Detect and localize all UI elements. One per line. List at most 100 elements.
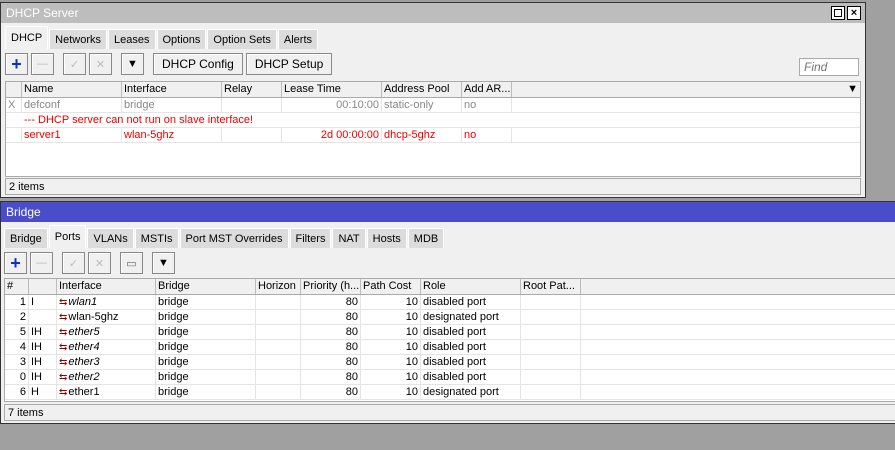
column-header[interactable]: Interface — [57, 279, 156, 294]
cell-horizon — [256, 385, 301, 399]
table-row[interactable]: 0 IH ⇆ether2 bridge 80 10 disabled port — [5, 370, 895, 385]
table-row[interactable]: server1 wlan-5ghz 2d 00:00:00 dhcp-5ghz no — [6, 128, 860, 143]
table-row[interactable]: 2 ⇆wlan-5ghz bridge 80 10 designated port — [5, 310, 895, 325]
cell-iface: ⇆wlan-5ghz — [57, 310, 156, 324]
remove-button[interactable]: — — [30, 252, 53, 274]
cell-prio: 80 — [301, 325, 361, 339]
tab-mdb[interactable]: MDB — [407, 228, 445, 248]
cell-role: disabled port — [421, 370, 521, 384]
tab-alerts[interactable]: Alerts — [277, 29, 319, 49]
cell-prio: 80 — [301, 340, 361, 354]
table-row[interactable]: 4 IH ⇆ether4 bridge 80 10 disabled port — [5, 340, 895, 355]
add-button[interactable]: + — [4, 252, 27, 274]
table-row[interactable]: 6 H ⇆ether1 bridge 80 10 designated port — [5, 385, 895, 400]
cell-flag — [6, 128, 22, 142]
column-header[interactable]: Relay — [222, 82, 282, 97]
maximize-button[interactable] — [831, 6, 845, 20]
tab-dhcp[interactable]: DHCP — [5, 26, 49, 49]
enable-button[interactable]: ✓ — [63, 53, 86, 75]
tab-filters[interactable]: Filters — [289, 228, 332, 248]
cell-bridge: bridge — [156, 325, 256, 339]
cell-root — [521, 385, 581, 399]
column-header[interactable]: Role — [421, 279, 521, 294]
column-header[interactable]: Lease Time — [282, 82, 382, 97]
cell-bridge: bridge — [156, 295, 256, 309]
column-header[interactable]: Name — [22, 82, 122, 97]
tab-option-sets[interactable]: Option Sets — [207, 29, 277, 49]
comment-icon: ▭ — [126, 257, 137, 270]
cell-cost: 10 — [361, 340, 421, 354]
remove-button[interactable]: — — [31, 53, 54, 75]
cell-root — [521, 310, 581, 324]
cell-relay — [222, 98, 282, 112]
column-header[interactable]: Priority (h... — [301, 279, 361, 294]
column-header[interactable]: Horizon — [256, 279, 301, 294]
cell-role: disabled port — [421, 340, 521, 354]
interface-name: wlan-5ghz — [68, 311, 119, 323]
table-header: Name Interface Relay Lease Time Address Pool… — [6, 82, 860, 98]
tab-bridge[interactable]: Bridge — [4, 228, 48, 248]
cell-iface: ⇆ether5 — [57, 325, 156, 339]
cell-bridge: bridge — [156, 310, 256, 324]
add-button[interactable]: + — [5, 53, 28, 75]
tab-nat[interactable]: NAT — [332, 228, 366, 248]
table-row[interactable]: Xdefconf bridge 00:10:00 static-only no — [6, 98, 860, 113]
dhcp-config-button[interactable]: DHCP Config — [153, 53, 243, 75]
table-row[interactable]: 1 I ⇆wlan1 bridge 80 10 disabled port — [5, 295, 895, 310]
cell-flags: H — [29, 385, 57, 399]
column-header[interactable]: Interface — [122, 82, 222, 97]
interface-name: ether1 — [68, 386, 100, 398]
filter-button[interactable]: ▼ — [152, 252, 175, 274]
column-header[interactable]: Address Pool — [382, 82, 462, 97]
cell-horizon — [256, 340, 301, 354]
tab-hosts[interactable]: Hosts — [366, 228, 407, 248]
cell-flags: IH — [29, 370, 57, 384]
column-header[interactable]: Root Pat... — [521, 279, 581, 294]
find-input[interactable] — [799, 58, 859, 76]
bridge-port-icon: ⇆ — [59, 297, 68, 308]
cell-root — [521, 370, 581, 384]
cell-iface: ⇆ether1 — [57, 385, 156, 399]
column-header[interactable]: Bridge — [156, 279, 256, 294]
disable-button[interactable]: ✕ — [89, 53, 112, 75]
bridge-port-icon: ⇆ — [59, 327, 68, 338]
cell-flags — [29, 310, 57, 324]
dhcp-setup-button[interactable]: DHCP Setup — [245, 53, 333, 75]
cell-horizon — [256, 310, 301, 324]
comment-button[interactable]: ▭ — [120, 252, 143, 274]
tab-vlans[interactable]: VLANs — [87, 228, 134, 248]
cell-arp: no — [462, 98, 512, 112]
cell-cost: 10 — [361, 355, 421, 369]
filter-button[interactable]: ▼ — [121, 53, 144, 75]
column-header[interactable]: Path Cost — [361, 279, 421, 294]
tab-mstis[interactable]: MSTIs — [134, 228, 179, 248]
tab-networks[interactable]: Networks — [49, 29, 108, 49]
cell-n: 4 — [5, 340, 29, 354]
column-menu-button[interactable]: ▼ — [512, 82, 860, 97]
column-header[interactable] — [29, 279, 57, 294]
column-header[interactable]: Add AR... — [462, 82, 512, 97]
disable-button[interactable]: ✕ — [88, 252, 111, 274]
window-title: DHCP Server — [6, 6, 79, 20]
cell-n: 3 — [5, 355, 29, 369]
cell-iface: ⇆ether3 — [57, 355, 156, 369]
cell-prio: 80 — [301, 310, 361, 324]
table-row[interactable]: 5 IH ⇆ether5 bridge 80 10 disabled port — [5, 325, 895, 340]
cell-flags: I — [29, 295, 57, 309]
table-header: # Interface Bridge Horizon Priority (h... Pat… — [5, 279, 895, 295]
tab-options[interactable]: Options — [156, 29, 207, 49]
cell-interface: bridge — [122, 98, 222, 112]
tab-ports[interactable]: Ports — [48, 225, 87, 248]
cell-prio: 80 — [301, 355, 361, 369]
cell-n: 2 — [5, 310, 29, 324]
column-header[interactable]: # — [5, 279, 29, 294]
tab-leases[interactable]: Leases — [108, 29, 156, 49]
close-button[interactable]: × — [847, 6, 861, 20]
cell-n: 0 — [5, 370, 29, 384]
cell-prio: 80 — [301, 295, 361, 309]
enable-button[interactable]: ✓ — [62, 252, 85, 274]
table-row[interactable]: 3 IH ⇆ether3 bridge 80 10 disabled port — [5, 355, 895, 370]
cell-name: server1 — [22, 128, 122, 142]
cell-flags: IH — [29, 355, 57, 369]
tab-port-mst-overrides[interactable]: Port MST Overrides — [179, 228, 289, 248]
